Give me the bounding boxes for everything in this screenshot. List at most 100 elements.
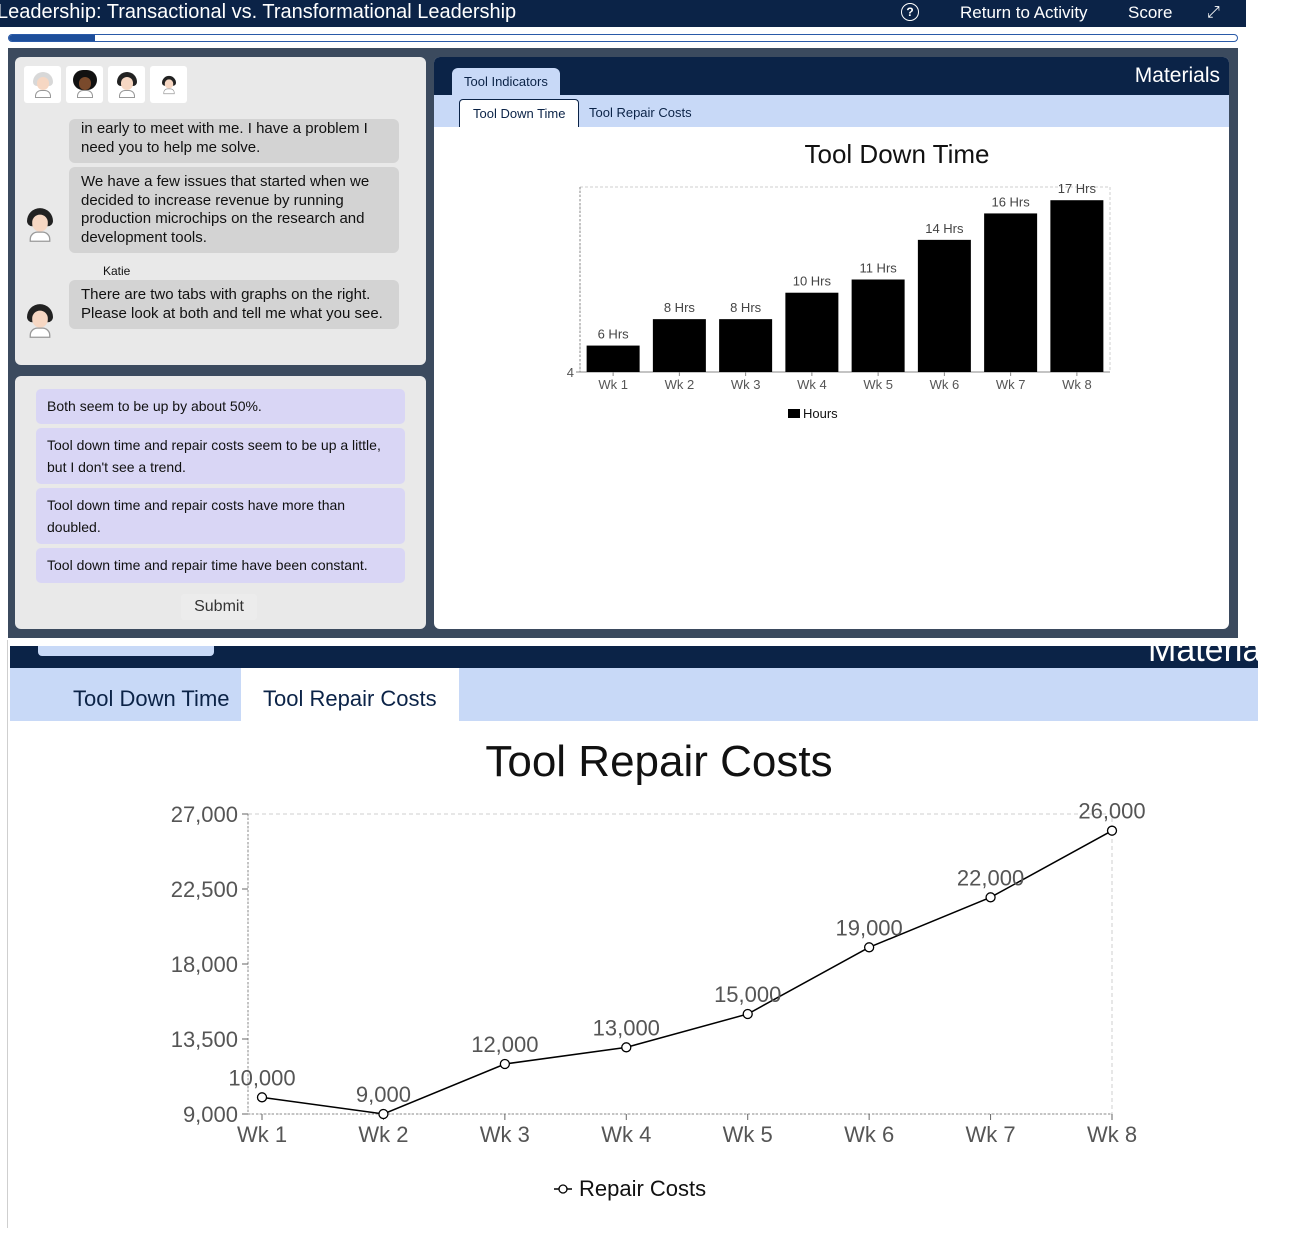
materials-subtabs: Tool Down Time Tool Repair Costs	[434, 95, 1229, 127]
y-tick-label: 22,500	[171, 877, 238, 902]
person-glasses-icon	[32, 71, 53, 98]
avatar	[27, 304, 53, 338]
person-icon	[27, 208, 53, 242]
legend-label: Repair Costs	[579, 1176, 706, 1201]
data-point	[621, 1042, 632, 1053]
return-to-activity-button[interactable]: Return to Activity	[960, 0, 1088, 25]
avatar[interactable]	[24, 66, 61, 103]
bar	[785, 292, 839, 372]
x-tick-label: Wk 8	[1087, 1122, 1137, 1147]
x-tick-label: Wk 6	[930, 377, 960, 392]
data-label: 8 Hrs	[664, 300, 696, 315]
data-label: 9,000	[356, 1082, 411, 1107]
chart-title: Tool Down Time	[805, 139, 990, 169]
data-point	[499, 1058, 511, 1070]
person-afro-icon	[72, 69, 97, 98]
tab-tool-repair-costs[interactable]: Tool Repair Costs	[241, 668, 459, 721]
materials-header-zoomed: Tool Indicators Materia	[10, 646, 1258, 668]
bar	[719, 319, 773, 372]
data-point	[863, 942, 875, 953]
x-tick-label: Wk 1	[598, 377, 628, 392]
x-tick-label: Wk 3	[480, 1122, 530, 1147]
chat-message: in early to meet with me. I have a probl…	[69, 119, 399, 163]
person-icon	[27, 304, 53, 338]
data-label: 10,000	[228, 1065, 295, 1090]
chat-message-text: There are two tabs with graphs on the ri…	[81, 286, 383, 322]
tab-tool-repair-costs[interactable]: Tool Repair Costs	[576, 99, 705, 127]
progress-bar	[8, 34, 1238, 42]
tab-tool-down-time[interactable]: Tool Down Time	[51, 668, 252, 721]
data-label: 22,000	[957, 865, 1024, 890]
data-point	[742, 1008, 753, 1020]
bar	[984, 213, 1038, 372]
data-point	[985, 892, 996, 903]
person-small-icon	[161, 75, 176, 94]
x-tick-label: Wk 6	[844, 1122, 894, 1147]
x-tick-label: Wk 1	[237, 1122, 287, 1147]
data-label: 17 Hrs	[1058, 181, 1097, 196]
chart-title: Tool Repair Costs	[485, 737, 832, 786]
x-tick-label: Wk 5	[723, 1122, 773, 1147]
chat-message: We have a few issues that started when w…	[69, 167, 399, 253]
y-tick-label: 4	[567, 365, 574, 380]
materials-header: Tool Indicators Materials	[434, 57, 1229, 95]
x-tick-label: Wk 4	[601, 1122, 651, 1147]
data-label: 26,000	[1078, 799, 1145, 824]
y-tick-label: 18,000	[171, 952, 238, 977]
data-label: 14 Hrs	[925, 221, 964, 236]
data-label: 6 Hrs	[598, 327, 630, 342]
bar	[1050, 200, 1104, 372]
data-label: 16 Hrs	[991, 194, 1030, 209]
legend-label: Hours	[803, 406, 838, 421]
progress-bar-fill	[9, 35, 95, 41]
activity-title: Leadership: Transactional vs. Transforma…	[0, 1, 517, 23]
tool-down-time-chart: Tool Down Time 4 6 Hrs Wk 1 8 Hrs Wk 2 8 Hrs Wk…	[567, 139, 1111, 421]
tool-repair-costs-chart: Tool Repair Costs 9,000 13,500 18,000 22,500…	[171, 737, 1146, 1201]
character-avatars	[24, 66, 187, 103]
avatar[interactable]	[150, 66, 187, 103]
submit-button[interactable]: Submit	[181, 594, 257, 620]
legend-marker	[558, 1184, 568, 1194]
person-icon	[116, 71, 137, 98]
y-tick-label: 27,000	[171, 802, 238, 827]
response-option[interactable]: Both seem to be up by about 50%.	[36, 389, 405, 424]
bar	[917, 239, 971, 372]
y-tick-label: 13,500	[171, 1027, 238, 1052]
chat-message-text: We have a few issues that started when w…	[81, 173, 370, 246]
chat-message: There are two tabs with graphs on the ri…	[69, 280, 399, 329]
x-tick-label: Wk 7	[966, 1122, 1016, 1147]
activity-frame: in early to meet with me. I have a probl…	[8, 48, 1238, 638]
response-option[interactable]: Tool down time and repair time have been…	[36, 548, 405, 583]
score-button[interactable]: Score	[1128, 0, 1172, 25]
materials-panel: Tool Indicators Materials Tool Down Time…	[434, 57, 1229, 629]
top-bar: Leadership: Transactional vs. Transforma…	[0, 0, 1246, 27]
data-label: 8 Hrs	[730, 300, 762, 315]
response-option[interactable]: Tool down time and repair costs have mor…	[36, 488, 405, 544]
materials-subtabs-zoomed: Tool Down Time Tool Repair Costs	[10, 668, 1258, 721]
bar	[851, 279, 905, 372]
bar	[652, 319, 706, 372]
help-icon[interactable]: ?	[901, 3, 919, 21]
speaker-name: Katie	[103, 264, 131, 278]
tab-tool-down-time[interactable]: Tool Down Time	[459, 99, 580, 127]
avatar[interactable]	[66, 66, 103, 103]
x-tick-label: Wk 5	[863, 377, 893, 392]
materials-body-zoomed: Tool Repair Costs 9,000 13,500 18,000 22,500…	[10, 721, 1258, 1228]
tab-tool-indicators[interactable]: Tool Indicators	[452, 68, 560, 95]
bar	[586, 345, 640, 372]
avatar[interactable]	[108, 66, 145, 103]
data-label: 13,000	[593, 1015, 660, 1040]
tab-tool-indicators[interactable]: Tool Indicators	[38, 646, 214, 656]
legend-swatch	[788, 409, 800, 418]
data-point	[378, 1108, 389, 1120]
data-label: 12,000	[471, 1032, 538, 1057]
x-tick-label: Wk 4	[797, 377, 827, 392]
x-tick-label: Wk 2	[358, 1122, 408, 1147]
response-option[interactable]: Tool down time and repair costs seem to …	[36, 428, 405, 484]
conversation-panel[interactable]: in early to meet with me. I have a probl…	[15, 57, 426, 365]
expand-icon[interactable]: ⤢	[1207, 0, 1220, 25]
data-label: 11 Hrs	[859, 261, 897, 276]
data-point	[1106, 825, 1118, 836]
x-tick-label: Wk 3	[731, 377, 761, 392]
data-point	[256, 1092, 268, 1103]
